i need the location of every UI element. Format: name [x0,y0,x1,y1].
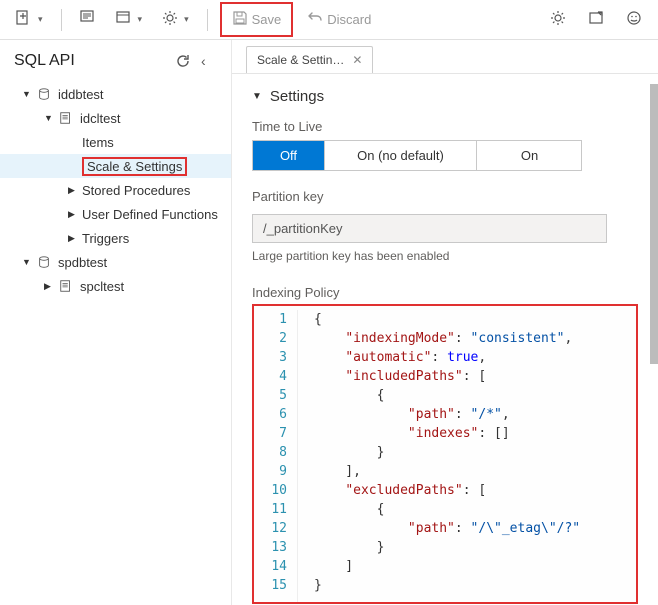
indexing-policy-highlight: 123456789101112131415 { "indexingMode": … [252,304,638,604]
sidebar: SQL API ‹ iddbtest idcltest Items Scale & S… [0,40,232,605]
save-label: Save [252,12,282,27]
chevron-down-icon: ▾ [184,14,189,25]
scrollbar[interactable] [650,76,658,605]
tree-item-label: Triggers [82,231,129,246]
new-collection-btn[interactable]: ▾ [110,6,149,33]
indexing-policy-label: Indexing Policy [252,285,638,300]
ttl-opt-on-no-default[interactable]: On (no default) [325,141,477,170]
settings-header-label: Settings [270,88,324,105]
save-highlight-box: Save [220,2,294,37]
resource-tree: iddbtest idcltest Items Scale & Settings Sto… [0,76,231,298]
fullscreen-btn[interactable] [582,6,610,33]
separator [207,9,208,31]
gear-icon [550,10,566,29]
tree-item[interactable]: Scale & Settings [0,154,231,178]
tree-item-label: Scale & Settings [82,157,187,176]
caret-icon [68,185,78,196]
partition-label: Partition key [252,189,638,204]
caret-icon [44,281,54,292]
tree-item[interactable]: Items [0,130,231,154]
caret-icon [22,257,32,268]
discard-button[interactable]: Discard [301,6,377,33]
tree-item-label: Items [82,135,114,150]
toolbar: ▾ ▾ ▾ Save Discard [0,0,658,40]
close-icon[interactable]: ✕ [352,53,362,67]
preferences-btn[interactable] [544,6,572,33]
tree-item[interactable]: iddbtest [0,82,231,106]
ttl-button-group: Off On (no default) On [252,140,582,171]
settings-tool-btn[interactable]: ▾ [156,6,195,33]
tabs-bar: Scale & Settin… ✕ [232,40,658,74]
collection-icon [116,10,132,29]
container-icon [58,110,74,126]
container-icon [58,278,74,294]
tree-item-label: User Defined Functions [82,207,218,222]
caret-icon [68,233,78,244]
tree-item-label: iddbtest [58,87,104,102]
tree-item[interactable]: Stored Procedures [0,178,231,202]
tab-label: Scale & Settin… [257,53,344,67]
tree-item-label: Stored Procedures [82,183,190,198]
tree-item[interactable]: spdbtest [0,250,231,274]
fullscreen-icon [588,10,604,29]
tree-item-label: spcltest [80,279,124,294]
db-icon [36,254,52,270]
db-icon [36,86,52,102]
tree-item[interactable]: idcltest [0,106,231,130]
editor-gutter: 123456789101112131415 [254,310,298,602]
smiley-icon [626,10,642,29]
editor-code[interactable]: { "indexingMode": "consistent", "automat… [298,310,636,602]
gear-icon [162,10,178,29]
chevron-down-icon: ▼ [252,91,262,102]
undo-icon [307,10,323,29]
caret-icon [44,113,54,124]
refresh-icon[interactable] [175,53,191,69]
tree-item-label: spdbtest [58,255,107,270]
discard-label: Discard [327,12,371,27]
tree-item-label: idcltest [80,111,120,126]
sidebar-title: SQL API [14,52,75,70]
tree-item[interactable]: User Defined Functions [0,202,231,226]
ttl-opt-on[interactable]: On [477,141,582,170]
save-icon [232,10,248,29]
new-resource-btn[interactable]: ▾ [10,6,49,33]
tree-item[interactable]: Triggers [0,226,231,250]
tree-item[interactable]: spcltest [0,274,231,298]
separator [61,9,62,31]
partition-key-input: /_partitionKey [252,214,607,243]
new-resource-icon [16,10,32,29]
collapse-icon[interactable]: ‹ [201,53,217,69]
indexing-policy-editor[interactable]: 123456789101112131415 { "indexingMode": … [254,306,636,602]
chevron-down-icon: ▾ [138,14,143,25]
toolbar-right [544,6,648,33]
query-icon [80,10,96,29]
new-query-btn[interactable] [74,6,102,33]
caret-icon [22,89,32,100]
feedback-btn[interactable] [620,6,648,33]
settings-section-header[interactable]: ▼ Settings [252,88,638,105]
save-button[interactable]: Save [226,6,288,33]
ttl-label: Time to Live [252,119,638,134]
partition-hint: Large partition key has been enabled [252,249,638,263]
ttl-opt-off[interactable]: Off [253,141,325,170]
caret-icon [68,209,78,220]
chevron-down-icon: ▾ [38,14,43,25]
content-pane: Scale & Settin… ✕ ▼ Settings Time to Liv… [232,40,658,605]
tab-scale-settings[interactable]: Scale & Settin… ✕ [246,46,373,73]
